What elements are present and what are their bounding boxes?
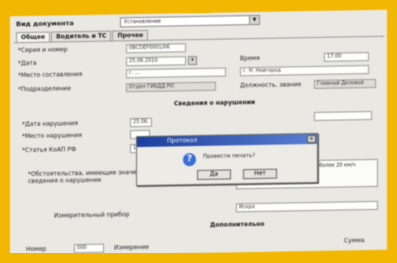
doc-type-value: Установление [124,18,161,26]
dept-label: *Подразделение [18,85,71,94]
question-icon: ? [183,153,196,167]
locality-field[interactable]: г. Н. Новгород [240,65,369,77]
place-field[interactable]: г. ... [126,67,226,79]
number-label: Номер [26,245,47,254]
date-label: *Дата [18,59,37,68]
doc-type-label: Вид документа [16,19,74,29]
violation-right-field[interactable] [314,110,372,121]
confirm-dialog: Протокол × ? Провести печать? Да Нет [136,132,318,187]
place-label: *Место составления [18,71,83,80]
ok-button[interactable]: Да [197,169,231,181]
device-label: Измерительный прибор [54,211,130,220]
unit-label: Измерение [114,243,149,252]
date-field[interactable]: 25.06.2010 [126,56,186,67]
application-window: Вид документа Установление ▼ Общее Водит… [10,9,387,257]
dept-field[interactable]: Отдел ГИБДД РО [126,81,216,93]
chevron-down-icon[interactable]: ▼ [249,15,259,25]
time-label: Время [240,54,260,63]
series-field[interactable]: 0ВСDEF0001/06 [126,43,186,54]
calendar-icon[interactable]: ▾ [188,56,197,66]
violation-section-title: Сведения о нарушении [174,99,256,108]
device-field[interactable]: Искра [236,200,378,213]
additional-section-title: Дополнительно [210,220,265,229]
close-icon[interactable]: × [307,134,316,144]
number-field[interactable]: 000 [74,243,104,254]
article-label: *Статья КоАП РФ [22,146,77,155]
time-field[interactable]: 17:00 [324,52,369,62]
cancel-button[interactable]: Нет [243,168,277,180]
position-field[interactable]: Главный Деловой [314,78,376,89]
doc-type-select[interactable]: Установление ▼ [120,14,260,28]
series-label: *Серия и номер [18,46,68,55]
dialog-message: Провести печать? [203,153,256,160]
frame-bottom [0,253,397,263]
violation-date-field[interactable]: 25.06. [130,117,152,128]
dialog-title: Протокол [137,133,317,148]
frame-notch [180,0,210,13]
sum-label: Сумма [344,237,365,245]
violation-date-label: *Дата нарушения [22,120,79,129]
violation-place-label: *Место нарушения [22,132,82,141]
position-label: Должность, звание [240,81,302,90]
